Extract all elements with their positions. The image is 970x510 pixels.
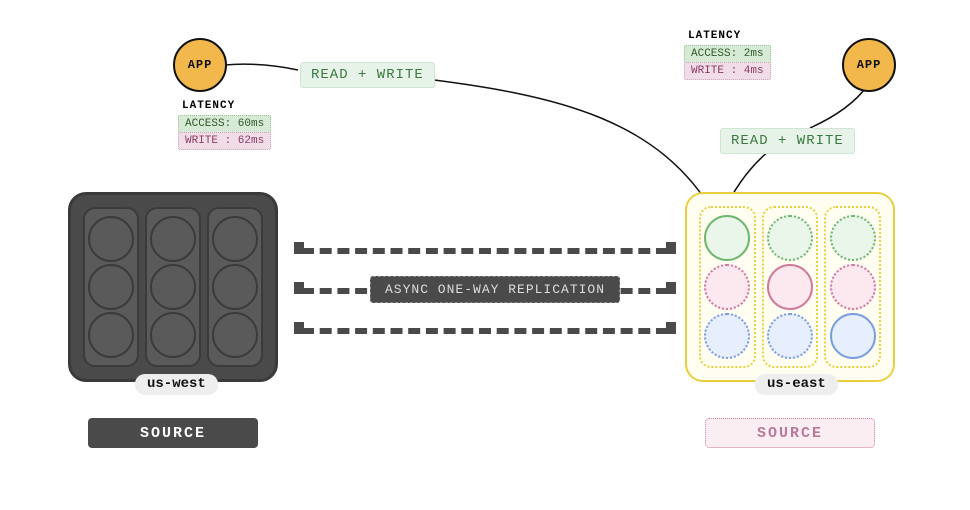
replication-line xyxy=(302,248,668,254)
region-label-west: us-west xyxy=(135,374,218,395)
source-badge-west: SOURCE xyxy=(88,418,258,448)
latency-west: LATENCY ACCESS: 60ms WRITE : 62ms xyxy=(178,100,271,150)
replication-cap xyxy=(294,242,304,254)
latency-title: LATENCY xyxy=(684,30,771,42)
db-cell-blue xyxy=(767,313,813,359)
app-label: APP xyxy=(188,58,213,72)
db-cell-blue xyxy=(830,313,876,359)
source-badge-east: SOURCE xyxy=(705,418,875,448)
db-column xyxy=(699,206,756,368)
db-cell xyxy=(212,312,258,358)
read-write-badge-east: READ + WRITE xyxy=(720,128,855,154)
db-column xyxy=(145,207,201,367)
read-write-badge-west: READ + WRITE xyxy=(300,62,435,88)
replication-cap xyxy=(294,282,304,294)
replication-cap xyxy=(666,282,676,294)
db-us-east xyxy=(685,192,895,382)
db-cell xyxy=(212,216,258,262)
db-cell-pink xyxy=(704,264,750,310)
db-cell xyxy=(150,264,196,310)
app-node-east: APP xyxy=(842,38,896,92)
db-us-west xyxy=(68,192,278,382)
app-label: APP xyxy=(857,58,882,72)
db-cell-pink xyxy=(830,264,876,310)
replication-cap xyxy=(666,322,676,334)
latency-east: LATENCY ACCESS: 2ms WRITE : 4ms xyxy=(684,30,771,80)
db-cell xyxy=(212,264,258,310)
db-cell-pink xyxy=(767,264,813,310)
replication-label: ASYNC ONE-WAY REPLICATION xyxy=(370,276,620,303)
latency-write-row: WRITE : 4ms xyxy=(684,62,771,80)
db-cell xyxy=(88,264,134,310)
latency-write-row: WRITE : 62ms xyxy=(178,132,271,150)
db-cell-green xyxy=(704,215,750,261)
db-column xyxy=(824,206,881,368)
replication-cap xyxy=(294,322,304,334)
latency-title: LATENCY xyxy=(178,100,271,112)
latency-access-row: ACCESS: 60ms xyxy=(178,115,271,133)
replication-cap xyxy=(666,242,676,254)
db-cell-green xyxy=(830,215,876,261)
db-column xyxy=(83,207,139,367)
db-cell-green xyxy=(767,215,813,261)
app-node-west: APP xyxy=(173,38,227,92)
db-cell xyxy=(150,312,196,358)
db-column xyxy=(207,207,263,367)
db-cell xyxy=(150,216,196,262)
db-column xyxy=(762,206,819,368)
db-cell xyxy=(88,312,134,358)
db-cell-blue xyxy=(704,313,750,359)
region-label-east: us-east xyxy=(755,374,838,395)
replication-line xyxy=(302,328,668,334)
latency-access-row: ACCESS: 2ms xyxy=(684,45,771,63)
db-cell xyxy=(88,216,134,262)
diagram-canvas: APP APP LATENCY ACCESS: 60ms WRITE : 62m… xyxy=(0,0,970,510)
